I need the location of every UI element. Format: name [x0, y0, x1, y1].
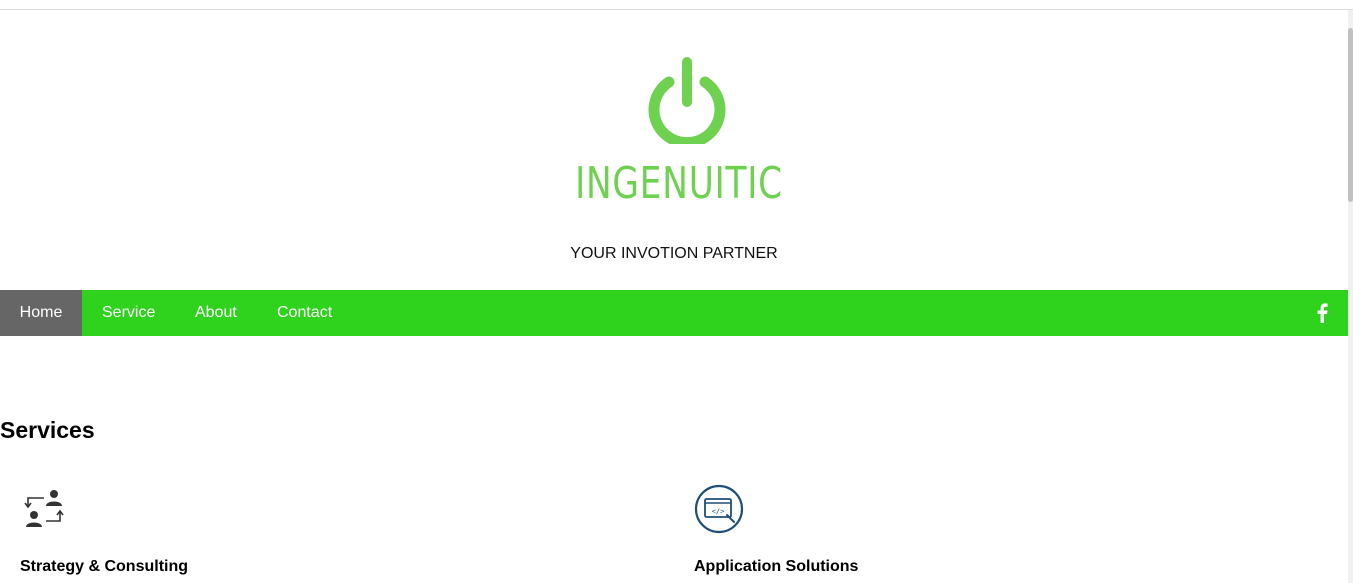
site-header: INGENUITIC YOUR INVOTION PARTNER — [0, 10, 1348, 290]
user-exchange-icon — [24, 490, 64, 527]
nav-item-home[interactable]: Home — [0, 290, 82, 336]
brand-name: INGENUITIC — [575, 158, 783, 209]
nav-item-service[interactable]: Service — [102, 290, 155, 336]
nav-item-contact[interactable]: Contact — [277, 290, 332, 336]
tagline: YOUR INVOTION PARTNER — [570, 245, 778, 262]
service-title: Application Solutions — [694, 558, 859, 575]
services-heading: Services — [0, 417, 95, 443]
nav-item-about[interactable]: About — [195, 290, 237, 336]
power-icon — [648, 57, 726, 144]
main-nav: Home Service About Contact — [0, 290, 1348, 336]
service-title: Strategy & Consulting — [20, 558, 189, 575]
svg-text:</>: </> — [712, 508, 725, 516]
code-window-icon: </> — [694, 484, 744, 534]
page-scrollbar[interactable] — [1348, 10, 1353, 583]
scrollbar-thumb[interactable] — [1348, 28, 1353, 202]
facebook-icon[interactable] — [1316, 303, 1328, 323]
